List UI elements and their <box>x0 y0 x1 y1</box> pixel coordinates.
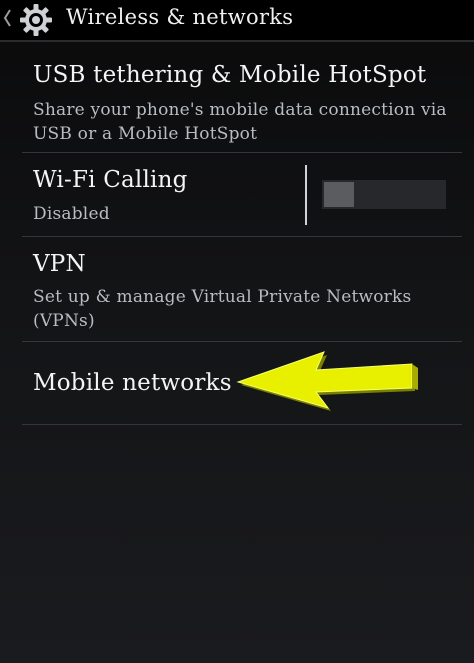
gear-icon[interactable] <box>18 2 54 38</box>
item-summary: Set up & manage Virtual Private Networks… <box>33 287 412 331</box>
item-title: USB tethering & Mobile HotSpot <box>33 62 427 88</box>
arrow-left-icon <box>236 351 418 411</box>
settings-screen: Wireless & networks USB tethering & Mobi… <box>0 0 474 663</box>
wifi-calling-toggle[interactable] <box>322 180 446 209</box>
item-title: VPN <box>33 251 86 277</box>
vertical-divider <box>305 165 307 225</box>
divider <box>22 424 462 425</box>
list-item-usb-tethering[interactable]: USB tethering & Mobile HotSpot Share you… <box>0 44 474 152</box>
item-title: Mobile networks <box>33 370 232 396</box>
list-item-vpn[interactable]: VPN Set up & manage Virtual Private Netw… <box>0 237 474 341</box>
item-summary: Share your phone's mobile data connectio… <box>33 100 447 144</box>
item-title: Wi-Fi Calling <box>33 167 188 193</box>
chevron-left-icon[interactable] <box>2 8 12 28</box>
page-title: Wireless & networks <box>66 5 294 29</box>
action-bar: Wireless & networks <box>0 0 474 42</box>
toggle-thumb[interactable] <box>324 182 354 207</box>
